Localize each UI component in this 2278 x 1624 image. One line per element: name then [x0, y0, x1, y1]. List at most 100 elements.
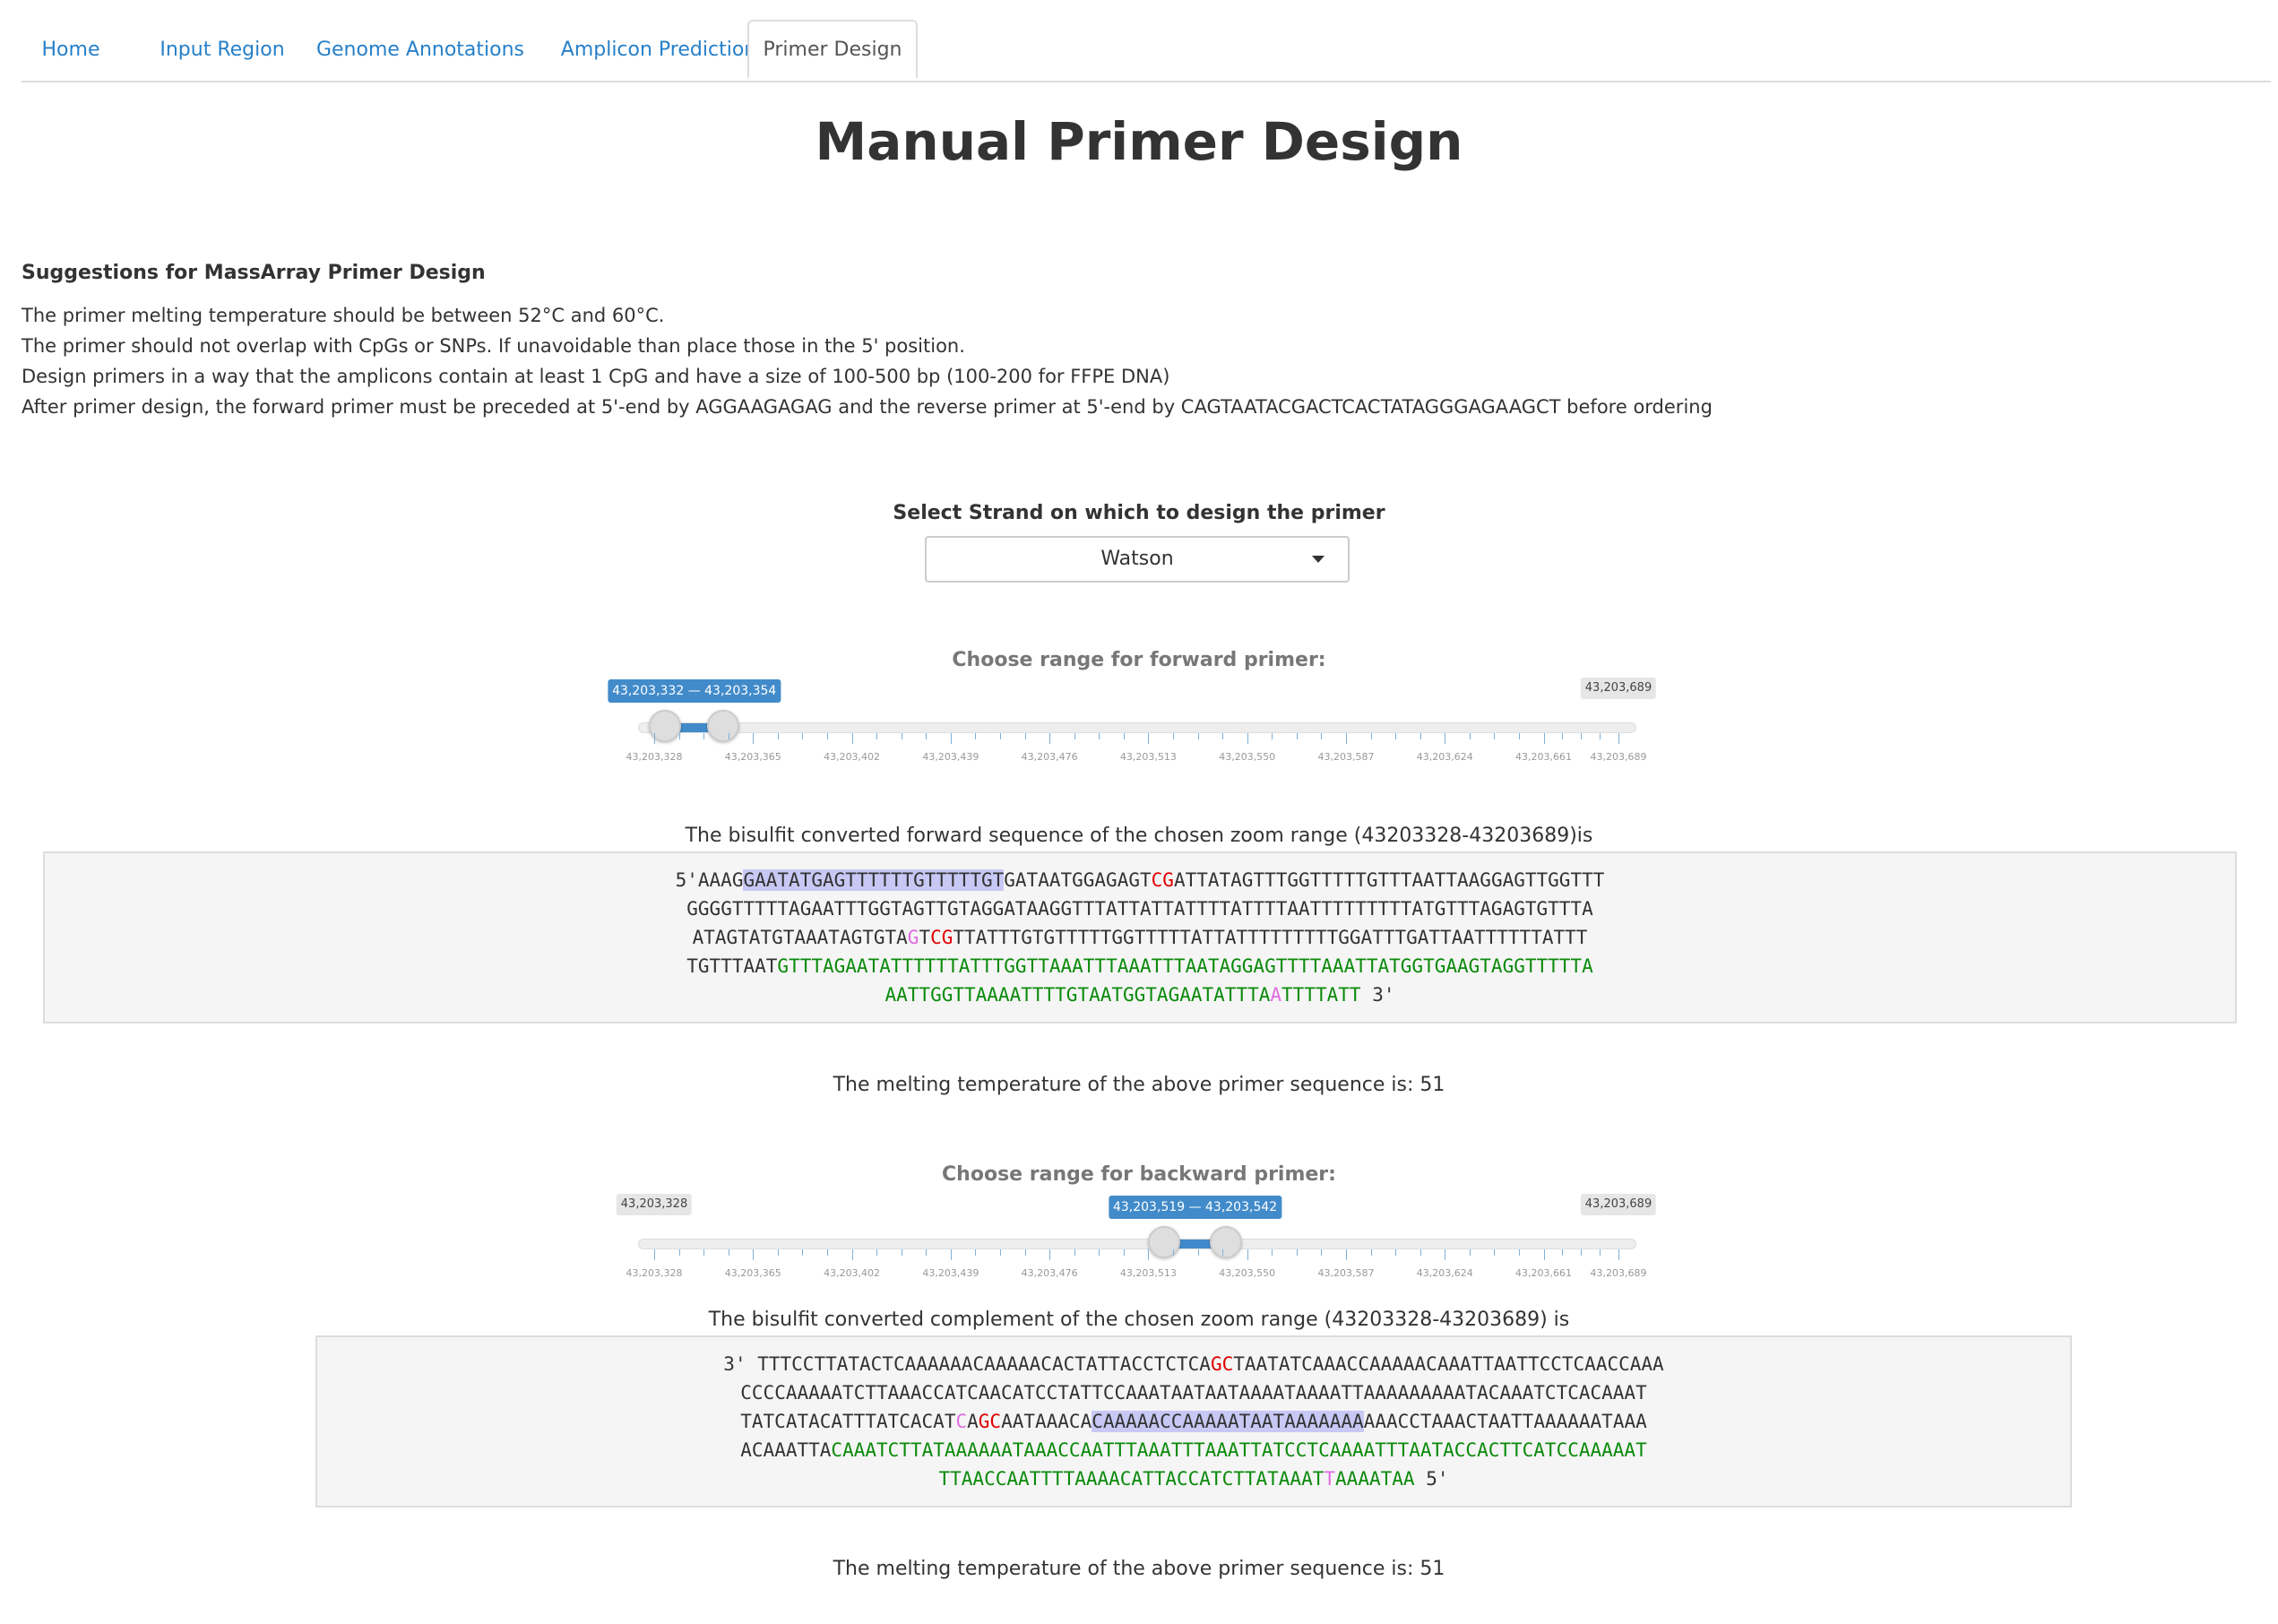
strand-select-label: Select Strand on which to design the pri… — [893, 502, 1385, 524]
slider-minor-tick — [1562, 1249, 1564, 1256]
backward-range-label: Choose range for backward primer: — [942, 1163, 1336, 1186]
slider-tick-label: 43,203,476 — [1021, 1267, 1078, 1279]
snp-site: C — [955, 1411, 968, 1432]
sequence-segment: 3' — [1360, 984, 1395, 1006]
slider-minor-tick — [876, 733, 878, 739]
slider-minor-tick — [1600, 1249, 1601, 1256]
slider-max-label: 43,203,689 — [1580, 678, 1657, 699]
sequence-line: TGTTTAATGTTTAGAATATTTTTTATTTGGTTAAATTTAA… — [45, 952, 2235, 980]
slider-tick — [1618, 733, 1619, 744]
sequence-line: CCCCAAAAATCTTAAACCATCAACATCCTATTCCAAATAA… — [317, 1378, 2070, 1407]
suggestions-heading: Suggestions for MassArray Primer Design — [22, 262, 486, 284]
slider-minor-tick — [1518, 733, 1520, 739]
suggestion-line: The primer melting temperature should be… — [22, 305, 665, 326]
slider-range-value: 43,203,519 — 43,203,542 — [1108, 1196, 1282, 1219]
amplicon-segment: TTTTATT — [1281, 984, 1361, 1006]
slider-minor-tick — [1099, 733, 1100, 739]
tab-home[interactable]: Home — [22, 22, 120, 79]
slider-minor-tick — [999, 1249, 1001, 1256]
primer-highlight: CAAAAACCAAAAATAATAAAAAAA — [1092, 1411, 1364, 1432]
slider-minor-tick — [703, 733, 705, 739]
slider-track[interactable] — [638, 722, 1636, 733]
backward-melting-temperature: The melting temperature of the above pri… — [833, 1558, 1445, 1580]
snp-site: A — [1270, 984, 1282, 1006]
sequence-line: 5'AAAGGAATATGAGTTTTTTGTTTTTGTGATAATGGAGA… — [45, 866, 2235, 894]
strand-select[interactable]: Watson — [925, 536, 1350, 583]
cpg-site: CG — [930, 927, 953, 948]
sequence-line: 3' TTTCCTTATACTCAAAAAACAAAAACACTATTACCTC… — [317, 1350, 2070, 1378]
sequence-line: TATCATACATTTATCACATCAGCAATAAACACAAAAACCA… — [317, 1407, 2070, 1436]
slider-minor-tick — [1370, 1249, 1372, 1256]
sequence-segment: 5' — [1414, 1468, 1449, 1490]
slider-minor-tick — [1296, 733, 1298, 739]
forward-sequence-box: 5'AAAGGAATATGAGTTTTTTGTTTTTGTGATAATGGAGA… — [43, 851, 2237, 1024]
slider-tick-label: 43,203,624 — [1416, 751, 1473, 763]
slider-tick — [851, 733, 853, 744]
cpg-site: CG — [1151, 869, 1174, 891]
sequence-segment: TATCATACATTTATCACAT — [740, 1411, 956, 1432]
slider-minor-tick — [1600, 733, 1601, 739]
slider-tick — [1543, 1249, 1545, 1260]
sequence-segment: A — [967, 1411, 979, 1432]
slider-handle-to[interactable] — [1209, 1226, 1242, 1258]
sequence-segment: GATAATGGAGAGT — [1004, 869, 1152, 891]
slider-minor-tick — [1272, 1249, 1273, 1256]
slider-minor-tick — [1469, 733, 1471, 739]
slider-handle-from[interactable] — [1148, 1226, 1181, 1258]
slider-minor-tick — [1581, 733, 1583, 739]
slider-minor-tick — [678, 733, 680, 739]
slider-tick-label: 43,203,402 — [824, 1267, 881, 1279]
slider-tick-label: 43,203,550 — [1219, 751, 1276, 763]
slider-tick-label: 43,203,365 — [724, 751, 781, 763]
slider-minor-tick — [926, 733, 928, 739]
slider-tick — [1618, 1249, 1619, 1260]
slider-minor-tick — [777, 733, 779, 739]
slider-tick — [1247, 1249, 1248, 1260]
slider-minor-tick — [975, 733, 977, 739]
slider-handle-to[interactable] — [707, 710, 740, 742]
slider-minor-tick — [1272, 733, 1273, 739]
sequence-segment: TAATATCAAACCAAAAACAAATTAATTCCTCAACCAAA — [1233, 1353, 1664, 1375]
slider-minor-tick — [678, 1249, 680, 1256]
sequence-segment: ATTATAGTTTGGTTTTTGTTTAATTAAGGAGTTGGTTT — [1173, 869, 1605, 891]
slider-minor-tick — [1395, 733, 1397, 739]
slider-minor-tick — [1395, 1249, 1397, 1256]
slider-minor-tick — [1074, 1249, 1075, 1256]
slider-minor-tick — [1321, 733, 1323, 739]
slider-tick-label: 43,203,328 — [626, 751, 683, 763]
slider-minor-tick — [1222, 1249, 1224, 1256]
slider-minor-tick — [1024, 733, 1026, 739]
tab-amplicon-prediction[interactable]: Amplicon Prediction — [538, 22, 780, 79]
slider-minor-tick — [876, 1249, 878, 1256]
amplicon-segment: CAAATCTTATAAAAAATAAACCAATTTAAATTTAAATTAT… — [831, 1439, 1647, 1461]
slider-minor-tick — [802, 733, 804, 739]
slider-tick-label: 43,203,689 — [1590, 751, 1647, 763]
slider-tick — [1345, 733, 1347, 744]
sequence-segment: TTATTTGTGTTTTTGGTTTTTATTATTTTTTTTTGGATTT… — [953, 927, 1588, 948]
slider-minor-tick — [1123, 1249, 1125, 1256]
slider-track[interactable] — [638, 1239, 1636, 1249]
sequence-segment: AAACCTAAACTAATTAAAAAATAAA — [1363, 1411, 1647, 1432]
slider-tick-label: 43,203,439 — [922, 751, 979, 763]
forward-range-label: Choose range for forward primer: — [952, 649, 1326, 671]
slider-max-label: 43,203,689 — [1580, 1194, 1657, 1215]
slider-minor-tick — [1469, 1249, 1471, 1256]
slider-minor-tick — [826, 733, 828, 739]
tab-primer-design[interactable]: Primer Design — [747, 20, 918, 79]
slider-minor-tick — [1024, 1249, 1026, 1256]
sequence-line: AATTGGTTAAAATTTTGTAATGGTAGAATATTTAATTTTA… — [45, 980, 2235, 1009]
slider-minor-tick — [975, 1249, 977, 1256]
amplicon-segment: GTTTAGAATATTTTTTATTTGGTTAAATTTAAATTTAATA… — [777, 955, 1593, 977]
backward-range-slider[interactable]: 43,203,519 — 43,203,542 43,203,328 43,20… — [616, 1194, 1657, 1296]
slider-minor-tick — [703, 1249, 705, 1256]
slider-tick — [1247, 733, 1248, 744]
forward-range-slider[interactable]: 43,203,332 — 43,203,354 43,203,689 43,20… — [608, 678, 1657, 780]
slider-minor-tick — [1562, 733, 1564, 739]
forward-melting-temperature: The melting temperature of the above pri… — [833, 1074, 1445, 1096]
tab-genome-annotations[interactable]: Genome Annotations — [299, 22, 541, 79]
slider-tick-label: 43,203,476 — [1021, 751, 1078, 763]
tab-input-region[interactable]: Input Region — [142, 22, 303, 79]
suggestion-line: After primer design, the forward primer … — [22, 396, 1713, 418]
sequence-segment: CCCCAAAAATCTTAAACCATCAACATCCTATTCCAAATAA… — [740, 1382, 1647, 1404]
slider-minor-tick — [802, 1249, 804, 1256]
